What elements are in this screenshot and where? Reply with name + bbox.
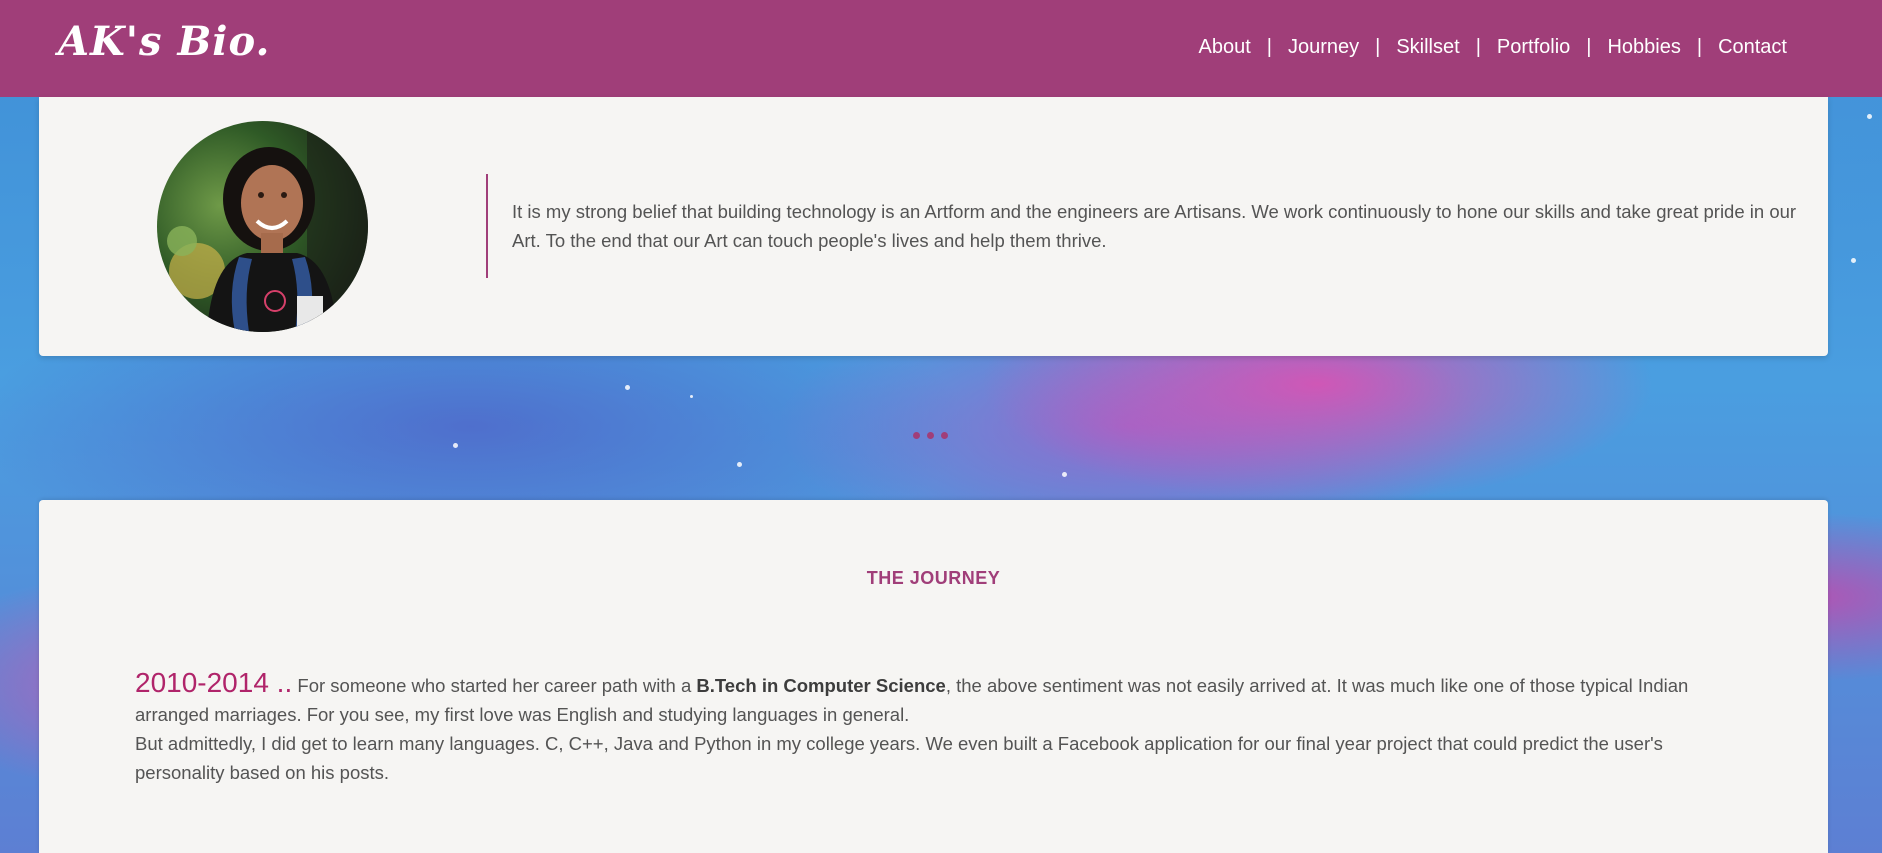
top-navbar: AK's Bio. About | Journey | Skillset | P… [0, 0, 1882, 97]
nav-separator: | [1696, 36, 1703, 58]
nav-link-about[interactable]: About [1199, 36, 1251, 59]
divider-dot [927, 432, 934, 439]
nav-separator: | [1375, 36, 1381, 58]
nav-separator: | [1586, 36, 1592, 58]
journey-period: 2010-2014 .. [135, 667, 293, 698]
background-speck [690, 395, 693, 398]
background-speck [453, 443, 458, 448]
intro-quote: It is my strong belief that building tec… [512, 201, 1797, 251]
journey-text-intro: For someone who started her career path … [292, 675, 697, 696]
profile-photo [157, 121, 368, 332]
journey-section-title: THE JOURNEY [866, 568, 1001, 588]
nav-link-hobbies[interactable]: Hobbies [1607, 36, 1680, 59]
background-speck [1851, 258, 1856, 263]
nav-separator: | [1475, 36, 1481, 58]
background-speck [1867, 114, 1872, 119]
journey-entry: 2010-2014 .. For someone who started her… [135, 668, 1745, 787]
intro-card: It is my strong belief that building tec… [39, 97, 1828, 356]
background-speck [1062, 472, 1067, 477]
brand-logo[interactable]: AK's Bio. [58, 18, 270, 65]
journey-degree: B.Tech in Computer Science [696, 675, 946, 696]
nav-link-skillset[interactable]: Skillset [1396, 36, 1459, 59]
journey-card: THE JOURNEY 2010-2014 .. For someone who… [39, 500, 1828, 853]
nav-link-contact[interactable]: Contact [1718, 36, 1787, 59]
nav-link-portfolio[interactable]: Portfolio [1497, 36, 1570, 59]
section-divider-dots [913, 432, 948, 439]
nav-separator: | [1266, 36, 1272, 58]
journey-paragraph-2: But admittedly, I did get to learn many … [135, 733, 1663, 783]
profile-photo-illustration [157, 121, 368, 332]
divider-dot [913, 432, 920, 439]
divider-dot [941, 432, 948, 439]
journey-paragraph: 2010-2014 .. For someone who started her… [135, 668, 1745, 729]
main-nav: About | Journey | Skillset | Portfolio |… [1199, 36, 1788, 59]
quote-accent-bar [486, 174, 488, 278]
background-speck [625, 385, 630, 390]
nav-link-journey[interactable]: Journey [1288, 36, 1359, 59]
background-speck [737, 462, 742, 467]
